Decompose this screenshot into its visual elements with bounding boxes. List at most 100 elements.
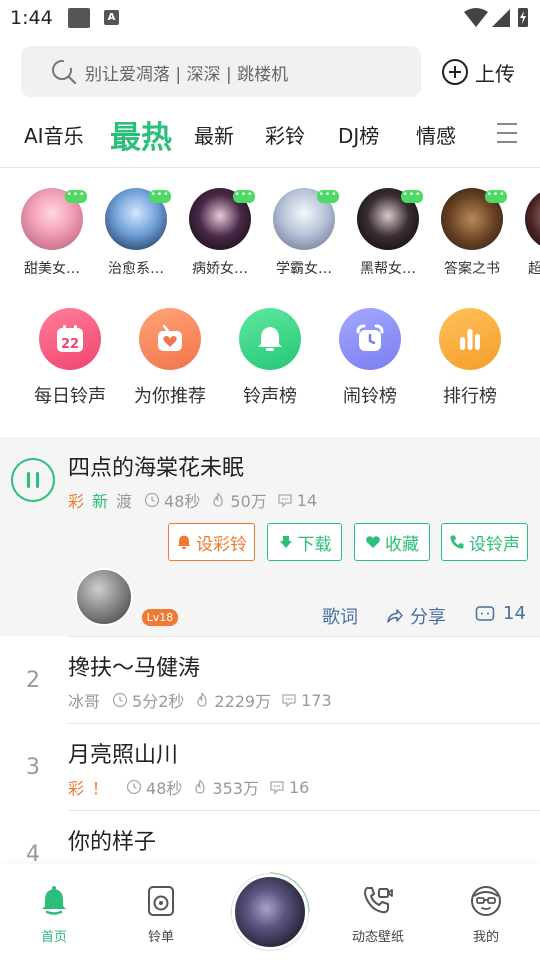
divider xyxy=(68,636,540,637)
now-playing-disc[interactable] xyxy=(232,874,308,950)
category-label: 排行榜 xyxy=(443,386,497,407)
share-button[interactable]: 分享 xyxy=(386,603,446,629)
comment-count: 16 xyxy=(269,778,309,797)
search-input[interactable]: 别让爱凋落 | 深深 | 跳楼机 xyxy=(21,46,421,97)
category-ranking[interactable]: 排行榜 xyxy=(420,308,520,408)
song-meta: 彩 ！ 48秒 353万 16 xyxy=(68,775,319,799)
app-notification-icon: A xyxy=(104,10,119,25)
character-item[interactable]: ••• 病娇女… xyxy=(180,188,260,278)
quick-categories: 22 每日铃声 为你推荐 铃声榜 闹铃榜 排行榜 xyxy=(0,308,540,418)
category-tabs: AI音乐 最热 最新 彩铃 DJ榜 情感 xyxy=(0,108,540,164)
avatar: ••• xyxy=(441,188,507,250)
character-label: 答案之书 xyxy=(444,261,500,277)
bar-chart-icon xyxy=(439,308,501,370)
pause-button[interactable] xyxy=(11,458,55,502)
character-label: 甜美女… xyxy=(24,261,80,277)
play-count: 353万 xyxy=(192,775,259,799)
favorite-button[interactable]: 收藏 xyxy=(354,523,430,561)
pause-icon xyxy=(27,472,39,488)
chat-badge: ••• xyxy=(401,190,423,203)
song-rank: 2 xyxy=(26,668,40,693)
download-button[interactable]: 下载 xyxy=(267,523,342,561)
nav-label: 动态壁纸 xyxy=(351,930,404,945)
character-item[interactable]: ••• 学霸女… xyxy=(264,188,344,278)
calendar-number: 22 xyxy=(61,337,79,352)
song-title: 四点的海棠花未眠 xyxy=(68,456,245,481)
tab-new[interactable]: 最新 xyxy=(194,120,234,149)
profile-glasses-icon xyxy=(471,886,501,916)
artist-name: 冰哥 xyxy=(68,692,101,711)
song-meta: 冰哥 5分2秒 2229万 173 xyxy=(68,688,342,712)
tab-ai-music[interactable]: AI音乐 xyxy=(24,120,84,149)
nav-live-wallpaper[interactable]: 动态壁纸 xyxy=(338,884,418,945)
alarm-clock-icon xyxy=(339,308,401,370)
plus-circle-icon xyxy=(442,59,468,85)
comment-icon xyxy=(282,694,296,708)
ringback-tag: 彩 xyxy=(68,492,85,511)
nav-label: 铃单 xyxy=(147,930,174,945)
avatar: ••• xyxy=(273,188,339,250)
nav-playlist[interactable]: 铃单 xyxy=(121,884,201,945)
comment-icon xyxy=(278,494,292,508)
bell-home-icon xyxy=(42,886,66,915)
lyrics-button[interactable]: 歌词 xyxy=(322,603,358,629)
nav-me[interactable]: 我的 xyxy=(446,884,526,945)
character-label: 黑帮女… xyxy=(360,261,416,277)
play-count: 2229万 xyxy=(194,688,271,712)
nav-label: 首页 xyxy=(40,930,67,945)
phone-icon xyxy=(450,535,464,549)
chat-badge: ••• xyxy=(485,190,507,203)
tab-hot[interactable]: 最热 xyxy=(110,112,172,157)
chat-badge: ••• xyxy=(65,190,87,203)
status-time: 1:44 xyxy=(10,7,53,29)
category-alarm-chart[interactable]: 闹铃榜 xyxy=(320,308,420,408)
comment-button[interactable]: 14 xyxy=(475,603,526,624)
wifi-icon xyxy=(464,8,488,27)
category-label: 闹铃榜 xyxy=(343,386,397,407)
flame-icon xyxy=(195,779,206,794)
set-ringback-button[interactable]: 设彩铃 xyxy=(168,523,255,561)
signal-icon xyxy=(492,9,510,27)
clock-icon xyxy=(144,492,160,508)
speaker-icon xyxy=(148,886,174,916)
comment-icon xyxy=(475,605,495,621)
ai-character-row: ••• 甜美女… ••• 治愈系… ••• 病娇女… ••• 学霸女… ••• … xyxy=(0,188,540,288)
nav-label: 我的 xyxy=(472,930,499,945)
flame-icon xyxy=(213,492,224,507)
upload-button[interactable]: 上传 xyxy=(441,56,515,88)
uploader-avatar[interactable] xyxy=(75,568,133,626)
character-label: 病娇女… xyxy=(192,261,248,277)
duration: 5分2秒 xyxy=(112,688,184,712)
category-recommend[interactable]: 为你推荐 xyxy=(120,308,220,408)
upload-label: 上传 xyxy=(475,61,515,86)
hot-tag: ！ xyxy=(92,779,109,798)
character-item[interactable]: ••• 治愈系… xyxy=(96,188,176,278)
nav-home[interactable]: 首页 xyxy=(14,884,94,945)
song-title[interactable]: 你的样子 xyxy=(68,824,156,856)
character-item[interactable]: ••• 甜美女… xyxy=(12,188,92,278)
character-item[interactable]: ••• 黑帮女… xyxy=(348,188,428,278)
comment-count: 14 xyxy=(277,491,317,510)
category-daily-ringtone[interactable]: 22 每日铃声 xyxy=(20,308,120,408)
song-title[interactable]: 月亮照山川 xyxy=(68,737,178,769)
set-ringtone-button[interactable]: 设铃声 xyxy=(441,523,528,561)
menu-icon[interactable] xyxy=(494,120,520,146)
song-title[interactable]: 搀扶～马健涛 xyxy=(68,650,200,682)
status-icons xyxy=(462,6,532,34)
chat-badge: ••• xyxy=(149,190,171,203)
tab-emotion[interactable]: 情感 xyxy=(416,120,456,149)
divider xyxy=(68,723,540,724)
category-ringtone-chart[interactable]: 铃声榜 xyxy=(220,308,320,408)
category-label: 铃声榜 xyxy=(243,386,297,407)
character-item[interactable]: 超 xyxy=(516,188,540,278)
character-label: 学霸女… xyxy=(276,261,332,277)
bell-icon xyxy=(239,308,301,370)
share-icon xyxy=(387,609,403,623)
character-label: 超 xyxy=(528,261,540,277)
tab-ringback[interactable]: 彩铃 xyxy=(265,120,305,149)
chat-badge: ••• xyxy=(317,190,339,203)
clock-icon xyxy=(112,692,128,708)
tab-dj-chart[interactable]: DJ榜 xyxy=(338,120,379,149)
song-meta: 彩 新 渡 48秒 50万 14 xyxy=(68,488,327,512)
character-item[interactable]: ••• 答案之书 xyxy=(432,188,512,278)
